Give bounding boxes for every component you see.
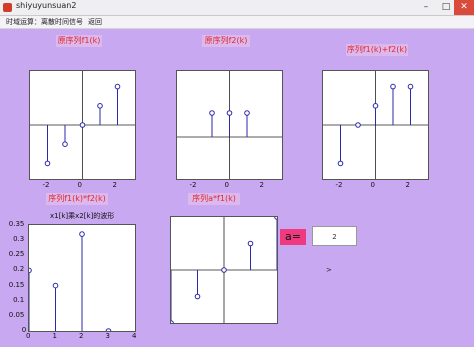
stem-marker	[105, 328, 112, 334]
stem-marker	[244, 110, 250, 116]
plot-f1	[29, 70, 136, 180]
y-tick-label: 0.25	[8, 250, 25, 259]
y-tick-label: 0.2	[13, 265, 25, 274]
x-tick-label: 2	[259, 181, 264, 189]
stem-marker	[247, 240, 254, 247]
app-icon	[3, 3, 12, 12]
plot-f1-svg	[30, 71, 135, 179]
x-tick-label: 0	[370, 181, 375, 189]
stem-marker	[274, 214, 280, 220]
plot-product	[0, 224, 136, 334]
y-tick-label: 0	[21, 326, 27, 334]
x-tick-label: 3	[105, 332, 110, 340]
stem-marker	[390, 83, 396, 90]
x-tick-label: 2	[79, 332, 84, 340]
plot-product-title: x1[k]乘x2[k]的波形	[50, 212, 115, 220]
stem-marker	[26, 267, 32, 274]
x-tick-label: -2	[335, 181, 343, 189]
plot-f2-svg	[177, 71, 282, 179]
stem-marker	[221, 267, 227, 273]
stem-marker	[226, 110, 233, 116]
stem-marker	[355, 122, 361, 128]
stem-marker	[62, 141, 68, 147]
window-titlebar: shiyuyunsuan2 – □ ✕	[0, 0, 474, 16]
label-plot-f1: 原序列f1(k)	[56, 35, 102, 47]
y-tick-label: 0.1	[13, 295, 25, 304]
a-label: a=	[280, 229, 306, 245]
x-tick-label: 4	[132, 332, 137, 340]
stem-marker	[79, 231, 85, 237]
next-button[interactable]: >	[326, 266, 332, 274]
plot-sum	[322, 70, 429, 180]
x-tick-label: 1	[52, 332, 57, 340]
stem-marker	[52, 282, 59, 289]
stem-marker	[209, 110, 215, 116]
stem-marker	[337, 160, 344, 167]
y-tick-label: 0.05	[8, 310, 25, 319]
a-input[interactable]: 2	[312, 226, 357, 246]
plot-scaled-svg	[168, 214, 280, 326]
menu-item-time-ops[interactable]: 时域运算：离散时间信号	[6, 17, 83, 27]
x-tick-label: 2	[112, 181, 117, 189]
x-tick-label: -2	[42, 181, 50, 189]
plot-scaled	[168, 214, 280, 326]
x-tick-label: -2	[189, 181, 197, 189]
minimize-button[interactable]: –	[416, 0, 436, 15]
plot-f2	[176, 70, 283, 180]
stem-marker	[114, 83, 121, 90]
label-plot-scaled: 序列a*f1(k)	[188, 193, 240, 205]
stem-marker	[194, 293, 201, 300]
y-tick-label: 0.35	[8, 220, 25, 228]
menu-bar: 时域运算：离散时间信号 返回	[0, 16, 474, 29]
stem-marker	[97, 103, 103, 109]
x-tick-label: 0	[224, 181, 229, 189]
x-tick-label: 0	[77, 181, 82, 189]
stem-marker	[44, 160, 51, 167]
menu-item-back[interactable]: 返回	[88, 17, 102, 27]
x-tick-label: 0	[26, 332, 31, 340]
label-plot-sum: 序列f1(k)+f2(k)	[346, 44, 408, 56]
x-tick-label: 2	[405, 181, 410, 189]
plot-sum-svg	[323, 71, 428, 179]
stem-marker	[79, 122, 86, 128]
y-tick-label: 0.3	[13, 235, 25, 244]
close-button[interactable]: ✕	[454, 0, 474, 15]
plot-product-svg	[0, 231, 112, 334]
window-title: shiyuyunsuan2	[16, 1, 77, 10]
maximize-button[interactable]: □	[436, 0, 456, 15]
label-plot-product: 序列f1(k)*f2(k)	[46, 193, 108, 205]
stem-marker	[407, 83, 414, 90]
stem-marker	[372, 103, 379, 109]
stem-marker	[168, 320, 174, 326]
y-tick-label: 0.15	[8, 280, 25, 289]
label-plot-f2: 原序列f2(k)	[202, 35, 250, 47]
